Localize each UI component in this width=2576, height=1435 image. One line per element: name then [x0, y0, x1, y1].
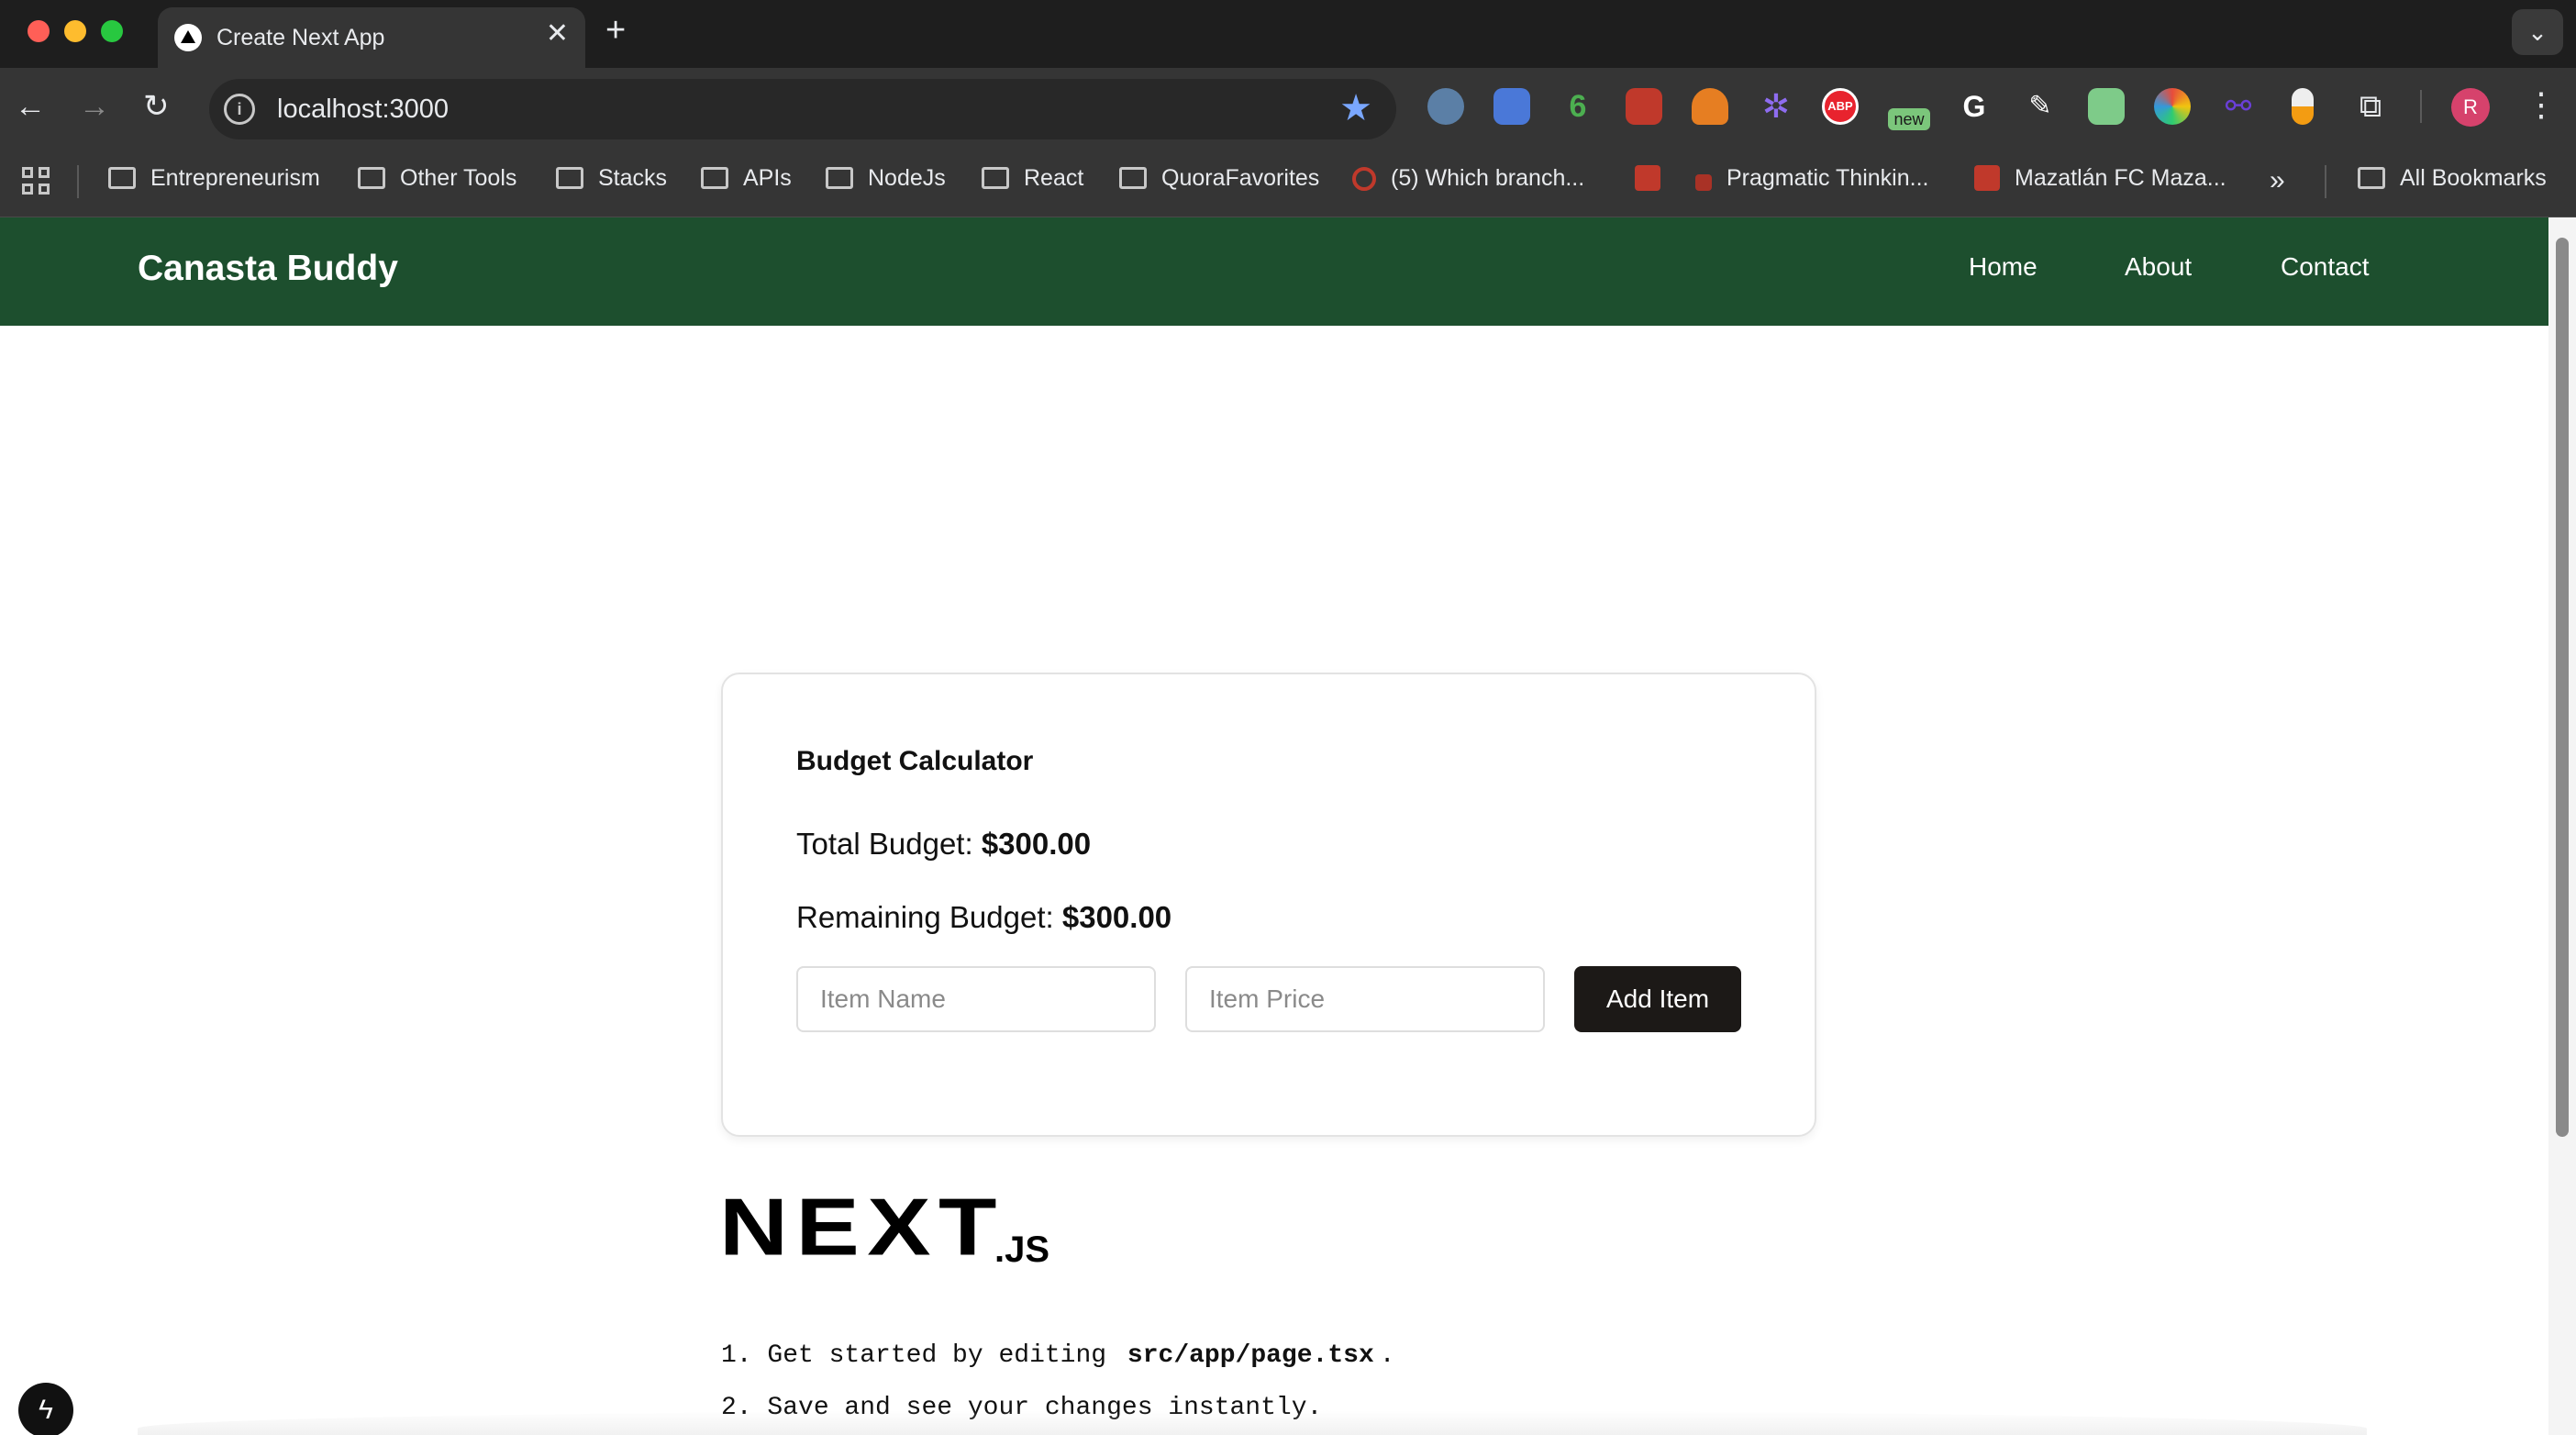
bookmark-star-icon[interactable]: ★ [1339, 88, 1372, 128]
bookmark-pragmatic-thinking[interactable]: Pragmatic Thinkin... [1695, 165, 1928, 192]
folder-icon [826, 167, 853, 189]
bookmark-quorafavorites[interactable]: QuoraFavorites [1119, 165, 1319, 192]
profile-avatar[interactable]: R [2451, 88, 2490, 127]
url-text[interactable]: localhost:3000 [277, 95, 449, 125]
folder-icon [556, 167, 583, 189]
nextjs-logo: NEXT .JS [719, 1183, 1068, 1279]
tab-close-icon[interactable]: ✕ [546, 20, 569, 48]
extension-gear-icon[interactable]: ✲ [1758, 88, 1794, 125]
close-window-button[interactable] [28, 20, 50, 42]
bookmark-apis[interactable]: APIs [701, 165, 792, 192]
tab-strip: Create Next App ✕ + ⌄ [0, 0, 2576, 68]
extension-link-icon[interactable]: ⚯ [2220, 88, 2257, 125]
nextjs-logo-suffix: .JS [994, 1229, 1049, 1270]
extension-book-icon[interactable] [1626, 88, 1662, 125]
bookmark-other-tools[interactable]: Other Tools [358, 165, 516, 192]
browser-chrome: Create Next App ✕ + ⌄ ← → ↻ i localhost:… [0, 0, 2576, 217]
total-budget-line: Total Budget: $300.00 [796, 827, 1091, 862]
tab-search-button[interactable]: ⌄ [2512, 9, 2563, 55]
nextjs-favicon-icon [174, 24, 202, 51]
total-budget-label: Total Budget: [796, 827, 973, 861]
extension-figure-icon[interactable] [1692, 88, 1728, 125]
browser-toolbar: ← → ↻ i localhost:3000 ★ 6 ✲ ABP new G ✎… [0, 68, 2576, 150]
extensions-puzzle-icon[interactable]: ⧉ [2352, 88, 2389, 125]
site-icon [1635, 165, 1660, 191]
step-1-text: Get started by editing [767, 1341, 1107, 1370]
bookmark-mazatlan-fc[interactable]: Mazatlán FC Maza... [1974, 165, 2226, 192]
remaining-budget-value: $300.00 [1061, 900, 1172, 934]
add-item-button[interactable]: Add Item [1574, 966, 1741, 1032]
scrollbar-thumb[interactable] [2556, 238, 2569, 1137]
bookmark-entrepreneurism[interactable]: Entrepreneurism [108, 165, 320, 192]
nav-home-link[interactable]: Home [1969, 252, 2037, 282]
page-scrollbar[interactable] [2548, 217, 2576, 1435]
extension-new-icon[interactable]: new [1888, 108, 1930, 130]
folder-icon [2358, 167, 2385, 189]
back-button[interactable]: ← [15, 88, 46, 125]
bookmarks-separator [77, 165, 79, 198]
toolbar-separator [2420, 90, 2422, 123]
reload-button[interactable]: ↻ [143, 88, 170, 125]
browser-menu-icon[interactable]: ⋮ [2525, 86, 2558, 123]
extension-circle-icon[interactable] [1427, 88, 1464, 125]
site-info-icon[interactable]: i [224, 94, 255, 125]
bookmark-stacks[interactable]: Stacks [556, 165, 667, 192]
address-bar[interactable]: i localhost:3000 ★ [209, 79, 1396, 139]
quora-icon [1352, 167, 1376, 191]
nav-contact-link[interactable]: Contact [2281, 252, 2370, 282]
site-icon [1695, 174, 1712, 191]
extension-pill-icon[interactable] [2292, 88, 2314, 125]
extension-translate-icon[interactable] [1493, 88, 1530, 125]
budget-calculator-card: Budget Calculator Total Budget: $300.00 … [721, 673, 1816, 1137]
step-1-code: src/app/page.tsx [1127, 1341, 1374, 1370]
extension-adblock-icon[interactable]: ABP [1822, 88, 1859, 125]
total-budget-value: $300.00 [981, 827, 1092, 861]
folder-icon [1119, 167, 1147, 189]
forward-button[interactable]: → [79, 88, 110, 125]
bookmark-all-bookmarks[interactable]: All Bookmarks [2358, 165, 2547, 192]
brand-title[interactable]: Canasta Buddy [138, 249, 398, 289]
card-title: Budget Calculator [796, 746, 1034, 776]
folder-icon [108, 167, 136, 189]
browser-tab[interactable]: Create Next App ✕ [158, 7, 585, 68]
item-name-input[interactable] [796, 966, 1156, 1032]
extension-g-icon[interactable]: G [1956, 88, 1993, 125]
step-1-suffix: . [1379, 1341, 1395, 1370]
bookmark-react[interactable]: React [982, 165, 1083, 192]
folder-icon [982, 167, 1009, 189]
extension-colorwheel-icon[interactable] [2154, 88, 2191, 125]
nav-about-link[interactable]: About [2125, 252, 2192, 282]
nextjs-dev-indicator-bolt-icon[interactable]: ϟ [18, 1383, 73, 1435]
extension-mail-icon[interactable] [2088, 88, 2125, 125]
page-viewport: Canasta Buddy Home About Contact Budget … [0, 217, 2548, 1435]
folder-icon [701, 167, 728, 189]
minimize-window-button[interactable] [64, 20, 86, 42]
nextjs-logo-main: NEXT [719, 1192, 1005, 1273]
bookmark-quora-question[interactable]: (5) Which branch... [1352, 165, 1584, 192]
item-price-input[interactable] [1185, 966, 1545, 1032]
extension-six-icon[interactable]: 6 [1560, 88, 1596, 125]
maximize-window-button[interactable] [101, 20, 123, 42]
apps-grid-icon[interactable] [22, 167, 51, 196]
tab-title: Create Next App [217, 25, 385, 50]
app-navbar: Canasta Buddy Home About Contact [0, 217, 2548, 326]
site-icon [1974, 165, 2000, 191]
bookmarks-bar: Entrepreneurism Other Tools Stacks APIs … [0, 150, 2576, 217]
step-1: 1. Get started by editing src/app/page.t… [721, 1341, 1395, 1370]
bookmark-red-site[interactable] [1635, 165, 1675, 192]
footer-fade-shadow [138, 1410, 2367, 1435]
remaining-budget-label: Remaining Budget: [796, 900, 1054, 934]
folder-icon [358, 167, 385, 189]
remaining-budget-line: Remaining Budget: $300.00 [796, 900, 1171, 935]
bookmark-nodejs[interactable]: NodeJs [826, 165, 946, 192]
extension-eyedropper-icon[interactable]: ✎ [2022, 88, 2059, 125]
bookmarks-separator-right [2325, 165, 2326, 198]
more-bookmarks-chevron-icon[interactable]: » [2270, 165, 2285, 196]
new-tab-button[interactable]: + [605, 13, 626, 48]
